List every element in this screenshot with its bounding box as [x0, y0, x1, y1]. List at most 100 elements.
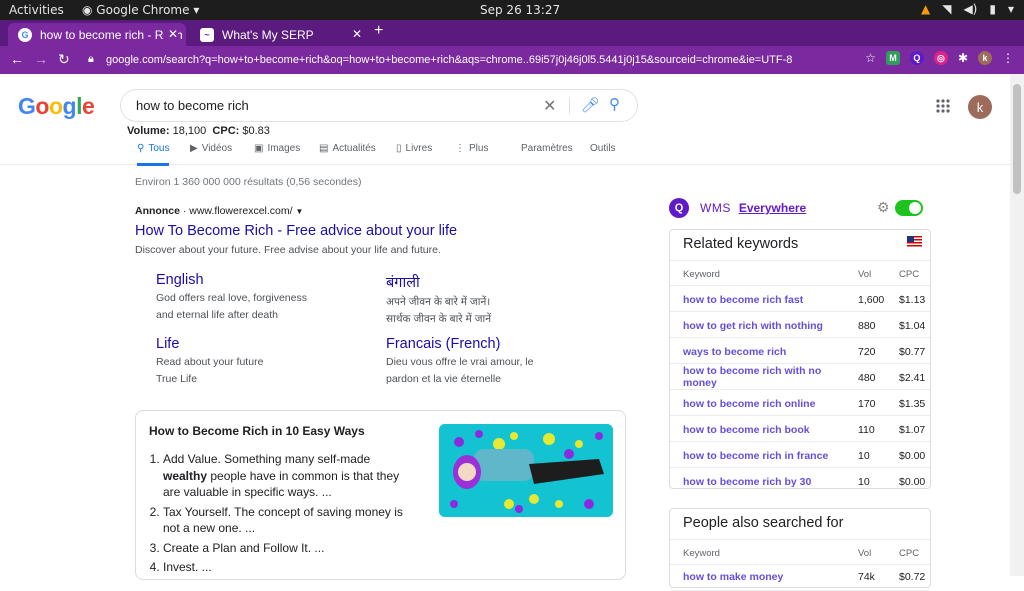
search-icon[interactable]: ⚲: [609, 95, 620, 113]
vol-value: 10: [858, 450, 870, 462]
cpc-value: $0.00: [899, 476, 926, 488]
extensions-area: ☆ M Q ◎ ✱ k ⋮: [865, 51, 1014, 65]
activities-button[interactable]: Activities: [9, 3, 64, 17]
system-tray[interactable]: ▲ ◥ ◀) ▮ ▾: [921, 2, 1014, 16]
header-cpc: CPC: [899, 548, 920, 559]
ad-domain[interactable]: · www.flowerexcel.com/: [183, 205, 293, 217]
extension-web-icon[interactable]: ◎: [933, 51, 948, 65]
us-flag-icon[interactable]: [907, 236, 922, 247]
keyword-link[interactable]: how to get rich with nothing: [683, 320, 853, 332]
extension-m-icon[interactable]: M: [885, 51, 900, 65]
wms-toggle[interactable]: [895, 200, 923, 216]
sitelink-desc: and eternal life after death: [156, 308, 279, 321]
new-tab-button[interactable]: +: [374, 22, 383, 40]
card-title: People also searched for: [683, 515, 844, 531]
tab-tools[interactable]: Outils: [590, 143, 616, 154]
keyword-link[interactable]: how to make money: [683, 571, 853, 583]
sitelink-desc: True Life: [156, 372, 198, 385]
keyword-link[interactable]: how to become rich fast: [683, 294, 853, 306]
ad-title-link[interactable]: How To Become Rich - Free advice about y…: [135, 223, 635, 239]
vol-value: 110: [858, 424, 875, 436]
sitelink-desc: God offers real love, forgiveness: [156, 292, 307, 304]
tab-google-search[interactable]: G how to become rich - Rech ✕: [8, 23, 186, 46]
extension-q-icon[interactable]: Q: [909, 51, 924, 65]
gear-icon[interactable]: ⚙: [877, 199, 890, 216]
bookmark-star-icon[interactable]: ☆: [865, 51, 876, 65]
keyword-link[interactable]: how to become rich by 30: [683, 476, 853, 488]
tab-strip: G how to become rich - Rech ✕ ~ What's M…: [0, 20, 1024, 46]
table-row: how to make money 74k $0.72: [670, 565, 930, 591]
table-row: how to become rich online 170 $1.35: [670, 390, 930, 416]
keyword-link[interactable]: how to become rich with no money: [683, 365, 843, 389]
sitelink-title[interactable]: बंगाली: [386, 272, 596, 292]
header-vol: Vol: [858, 269, 872, 280]
keyword-link[interactable]: how to become rich book: [683, 424, 853, 436]
table-row: how to become rich with no money 480 $2.41: [670, 364, 930, 390]
lock-icon[interactable]: 🔒︎: [88, 53, 94, 66]
keyword-link[interactable]: ways to become rich: [683, 346, 853, 358]
snippet-illustration[interactable]: [439, 424, 613, 517]
search-box[interactable]: how to become rich ✕ 🎤︎ ⚲: [120, 89, 638, 122]
apps-grid-icon[interactable]: [936, 99, 950, 113]
vol-value: 480: [858, 372, 876, 384]
vol-value: 1,600: [858, 294, 885, 306]
keyword-link[interactable]: how to become rich in france: [683, 450, 853, 462]
ad-label: Annonce · www.flowerexcel.com/ ▼: [135, 205, 304, 217]
search-input[interactable]: how to become rich: [136, 98, 249, 113]
divider: [569, 98, 570, 114]
image-icon: ▣: [254, 143, 264, 154]
sitelink: बंगाली अपने जीवन के बारे में जानें। सार्थ…: [386, 272, 596, 327]
sitelink-title[interactable]: English: [156, 272, 366, 288]
account-avatar[interactable]: k: [968, 95, 992, 119]
volume-label: Volume:: [127, 125, 170, 137]
tab-settings[interactable]: Paramètres: [521, 143, 573, 154]
cpc-value: $0.77: [899, 346, 926, 358]
cpc-value: $1.04: [899, 320, 926, 332]
tab-more[interactable]: ⋮ Plus: [455, 143, 488, 154]
forward-button[interactable]: →: [34, 51, 48, 67]
wms-everywhere-link[interactable]: Everywhere: [739, 201, 806, 215]
tab-label: What's My SERP: [222, 27, 314, 42]
table-row: how to become rich book 110 $1.07: [670, 416, 930, 442]
app-menu[interactable]: ◉ Google Chrome ▾: [82, 3, 199, 17]
result-stats: Environ 1 360 000 000 résultats (0,56 se…: [135, 176, 362, 188]
reload-button[interactable]: ↻: [58, 51, 70, 68]
sitelink-desc: Read about your future: [156, 356, 264, 368]
tab-videos[interactable]: ▶ Vidéos: [190, 143, 232, 154]
back-button[interactable]: ←: [10, 51, 24, 67]
vol-value: 880: [858, 320, 876, 332]
tab-images[interactable]: ▣ Images: [254, 143, 300, 154]
table-row: ways to become rich 720 $0.77: [670, 338, 930, 364]
menu-icon[interactable]: ⋮: [1002, 51, 1014, 65]
profile-avatar[interactable]: k: [978, 51, 992, 65]
header-cpc: CPC: [899, 269, 920, 280]
extensions-puzzle-icon[interactable]: ✱: [958, 51, 968, 65]
cpc-value: $2.41: [899, 372, 926, 384]
sitelink-desc: Dieu vous offre le vrai amour, le: [386, 356, 534, 368]
keyword-link[interactable]: how to become rich online: [683, 398, 853, 410]
sitelink-title[interactable]: Francais (French): [386, 336, 606, 352]
close-tab-icon[interactable]: ✕: [352, 27, 362, 41]
snippet-list: Add Value. Something many self-made weal…: [163, 451, 413, 579]
wms-header: Q WMS Everywhere ⚙: [669, 198, 929, 218]
address-bar[interactable]: 🔒︎ google.com/search?q=how+to+become+ric…: [84, 49, 874, 71]
chrome-icon: ◉: [82, 3, 97, 17]
chevron-down-icon[interactable]: ▼: [295, 207, 303, 216]
scrollbar-thumb[interactable]: [1013, 84, 1021, 194]
vlc-icon[interactable]: ▲: [921, 2, 930, 16]
tab-all[interactable]: ⚲ Tous: [137, 143, 170, 166]
tab-books[interactable]: ▯ Livres: [396, 143, 432, 154]
page-scrollbar[interactable]: [1010, 74, 1024, 576]
clock[interactable]: Sep 26 13:27: [480, 3, 560, 17]
tab-news[interactable]: ▤ Actualités: [319, 143, 376, 154]
wms-name: WMS: [700, 201, 731, 215]
microphone-icon[interactable]: 🎤︎: [581, 96, 600, 114]
close-tab-icon[interactable]: ✕: [163, 27, 178, 41]
google-logo[interactable]: Google: [18, 93, 95, 120]
sitelink-title[interactable]: Life: [156, 336, 366, 352]
clear-icon[interactable]: ✕: [543, 96, 556, 116]
table-header: Keyword Vol CPC: [670, 539, 930, 565]
table-row: how to get rich with nothing 880 $1.04: [670, 312, 930, 338]
vol-value: 74k: [858, 571, 875, 583]
tab-whats-my-serp[interactable]: ~ What's My SERP ✕: [190, 23, 370, 46]
